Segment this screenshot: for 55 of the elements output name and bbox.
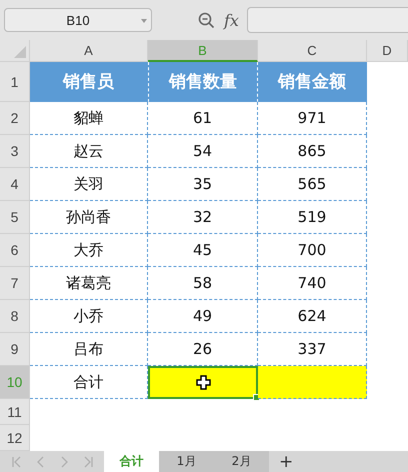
row-header[interactable]: 7 (0, 267, 30, 300)
formula-field[interactable] (246, 7, 408, 33)
cursor-icon (196, 375, 210, 390)
table-cell: 35 (148, 168, 258, 201)
table-cell: 58 (148, 267, 258, 300)
row-header[interactable]: 9 (0, 333, 30, 366)
table-header-cell: 销售员 (30, 62, 148, 102)
row-header[interactable]: 4 (0, 168, 30, 201)
row-header[interactable]: 11 (0, 399, 30, 425)
row-header[interactable]: 8 (0, 300, 30, 333)
table-cell: 54 (148, 135, 258, 168)
table-cell: 赵云 (30, 135, 148, 168)
cell-reference: B10 (66, 12, 90, 28)
table-cell: 519 (258, 201, 367, 234)
table-cell: 700 (258, 234, 367, 267)
table-cell: 565 (258, 168, 367, 201)
row-header[interactable]: 5 (0, 201, 30, 234)
table-header-cell: 销售数量 (148, 62, 258, 102)
table-cell: 大乔 (30, 234, 148, 267)
table-cell: 971 (258, 102, 367, 135)
caret-icon[interactable] (141, 19, 147, 23)
table-cell: 诸葛亮 (30, 267, 148, 300)
row-header[interactable]: 3 (0, 135, 30, 168)
sheet-tab[interactable]: 1月 (159, 451, 214, 472)
table-cell: 624 (258, 300, 367, 333)
table-cell: 孙尚香 (30, 201, 148, 234)
table-header-cell: 销售金额 (258, 62, 367, 102)
table-cell: 貂蝉 (30, 102, 148, 135)
table-cell: 吕布 (30, 333, 148, 366)
sheet-tab[interactable]: 2月 (214, 451, 269, 472)
row-header[interactable]: 1 (0, 62, 30, 102)
name-box[interactable]: B10 (4, 8, 152, 32)
next-sheet-icon[interactable] (60, 456, 68, 468)
column-header[interactable]: C (258, 40, 367, 62)
sheet-tab[interactable]: 合计 (104, 451, 159, 472)
column-header[interactable]: A (30, 40, 148, 62)
last-sheet-icon[interactable] (83, 456, 93, 468)
previous-sheet-icon[interactable] (37, 456, 45, 468)
first-sheet-icon[interactable] (12, 456, 22, 468)
table-cell: 865 (258, 135, 367, 168)
table-cell: 45 (148, 234, 258, 267)
table-cell: 49 (148, 300, 258, 333)
add-sheet-button[interactable]: + (279, 452, 294, 472)
table-cell: 小乔 (30, 300, 148, 333)
row-header[interactable]: 12 (0, 425, 30, 451)
row-header[interactable]: 2 (0, 102, 30, 135)
column-header[interactable]: D (367, 40, 408, 62)
select-all-icon[interactable] (14, 46, 26, 58)
function-label[interactable]: fx (224, 10, 239, 30)
row-header[interactable]: 6 (0, 234, 30, 267)
table-cell: 61 (148, 102, 258, 135)
table-cell: 32 (148, 201, 258, 234)
zoom-out-icon[interactable] (198, 12, 215, 28)
table-cell: 关羽 (30, 168, 148, 201)
table-cell: 740 (258, 267, 367, 300)
